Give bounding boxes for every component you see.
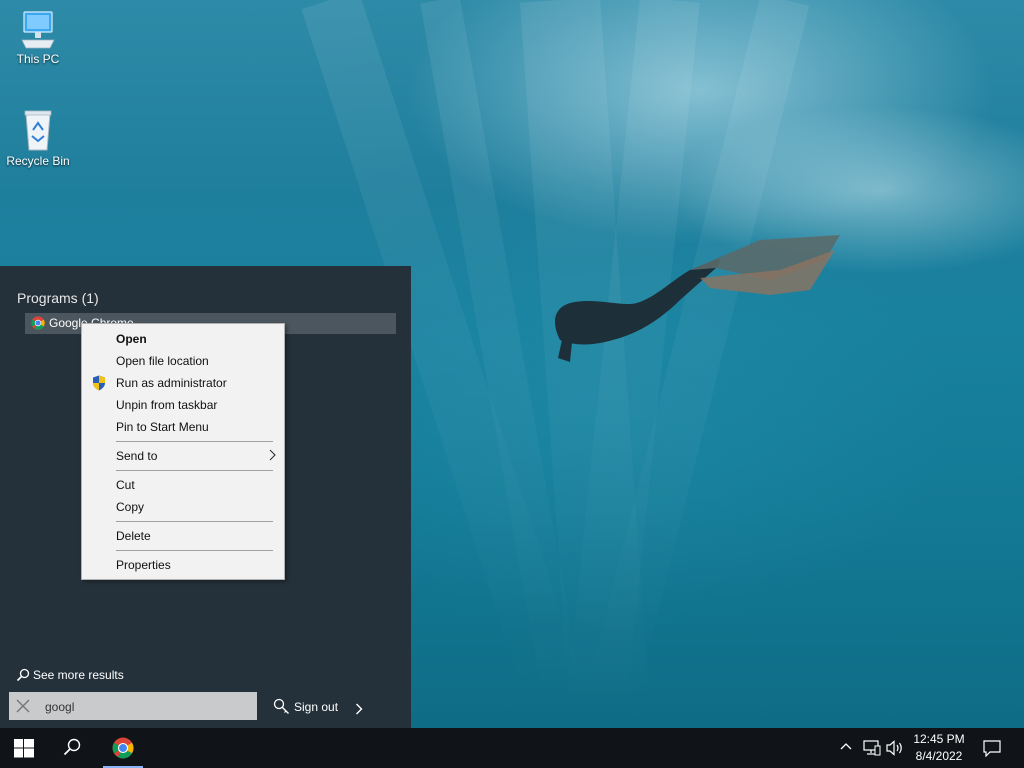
sign-out-key-icon <box>273 698 289 714</box>
menu-item-label: Cut <box>116 478 135 492</box>
clear-search-icon[interactable] <box>16 699 30 713</box>
see-more-results-label: See more results <box>33 668 124 682</box>
menu-item-label: Delete <box>116 529 151 543</box>
action-center-button[interactable] <box>978 728 1006 768</box>
menu-item-label: Send to <box>116 449 158 463</box>
clock-time: 12:45 PM <box>913 732 965 746</box>
chevron-right-icon[interactable] <box>355 703 363 715</box>
notification-icon <box>983 740 1001 757</box>
recycle-bin-label: Recycle Bin <box>6 154 70 168</box>
taskbar-clock[interactable]: 12:45 PM 8/4/2022 <box>906 728 972 768</box>
menu-item-open-file-location[interactable]: Open file location <box>82 350 284 372</box>
sign-out-button[interactable]: Sign out <box>273 698 367 715</box>
taskbar-search-button[interactable] <box>48 728 96 768</box>
menu-item-label: Pin to Start Menu <box>116 420 209 434</box>
network-icon <box>863 740 881 756</box>
uac-shield-icon <box>93 375 105 391</box>
menu-item-label: Unpin from taskbar <box>116 398 218 412</box>
menu-item-unpin-from-taskbar[interactable]: Unpin from taskbar <box>82 394 284 416</box>
menu-item-label: Open <box>116 332 147 346</box>
menu-item-label: Copy <box>116 500 145 514</box>
menu-item-pin-to-start-menu[interactable]: Pin to Start Menu <box>82 416 284 438</box>
menu-item-cut[interactable]: Cut <box>82 474 284 496</box>
see-more-results-link[interactable]: See more results <box>16 668 124 682</box>
submenu-arrow-icon <box>269 449 276 461</box>
menu-separator <box>116 550 273 551</box>
search-icon <box>63 738 81 756</box>
programs-header: Programs (1) <box>17 290 99 306</box>
chevron-up-icon <box>840 743 852 750</box>
this-pc-label: This PC <box>16 52 60 66</box>
menu-item-run-as-administrator[interactable]: Run as administrator <box>82 372 284 394</box>
chrome-icon <box>31 316 45 330</box>
windows-logo-icon <box>14 739 34 758</box>
search-input[interactable] <box>43 697 247 717</box>
volume-icon <box>886 740 902 756</box>
context-menu: Open Open file location Run as administr… <box>81 323 285 580</box>
menu-item-properties[interactable]: Properties <box>82 554 284 576</box>
menu-item-label: Run as administrator <box>116 376 227 390</box>
recycle-bin-desktop-icon[interactable]: Recycle Bin <box>0 108 76 168</box>
diver-figure <box>555 235 840 362</box>
search-icon <box>16 668 30 682</box>
start-button[interactable] <box>0 728 48 768</box>
menu-separator <box>116 441 273 442</box>
taskbar-chrome-button[interactable] <box>103 728 143 768</box>
menu-item-delete[interactable]: Delete <box>82 525 284 547</box>
sign-out-label: Sign out <box>294 700 339 714</box>
clock-date: 8/4/2022 <box>915 749 963 763</box>
menu-separator <box>116 521 273 522</box>
menu-item-open[interactable]: Open <box>82 328 284 350</box>
chrome-icon <box>112 737 134 759</box>
menu-separator <box>116 470 273 471</box>
this-pc-desktop-icon[interactable]: This PC <box>0 10 76 66</box>
menu-item-label: Open file location <box>116 354 209 368</box>
network-button[interactable] <box>862 728 882 768</box>
show-hidden-icons-button[interactable] <box>838 728 854 768</box>
recycle-bin-icon <box>24 110 52 151</box>
computer-icon <box>21 11 55 49</box>
search-box[interactable] <box>9 692 257 720</box>
menu-item-label: Properties <box>116 558 171 572</box>
volume-button[interactable] <box>885 728 905 768</box>
taskbar: 12:45 PM 8/4/2022 <box>0 728 1024 768</box>
menu-item-copy[interactable]: Copy <box>82 496 284 518</box>
menu-item-send-to[interactable]: Send to <box>82 445 284 467</box>
